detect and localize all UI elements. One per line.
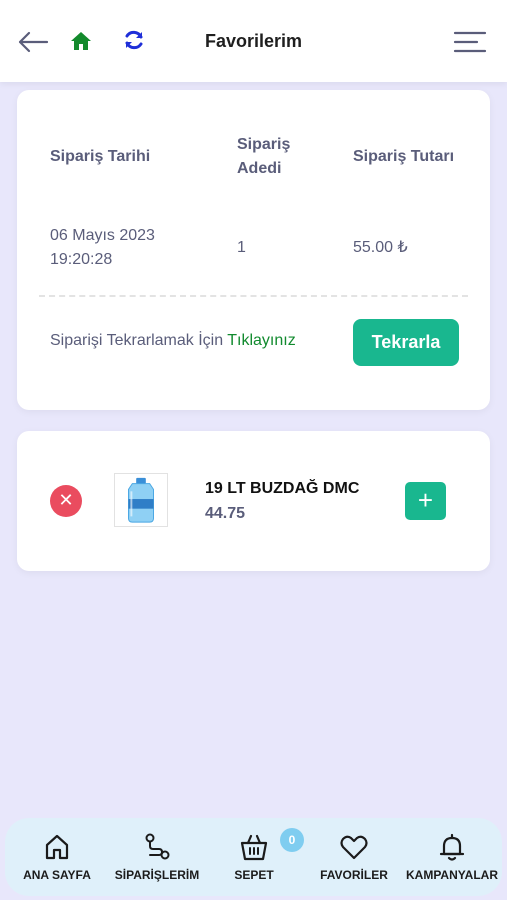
nav-item-favoriler[interactable]: FAVORİLER: [315, 832, 393, 882]
repeat-order-text: Siparişi Tekrarlamak İçin Tıklayınız: [50, 332, 296, 350]
order-total-value: 55.00 ₺: [353, 239, 408, 256]
nav-item-kampanyalar[interactable]: KAMPANYALAR: [403, 832, 501, 882]
nav-label-ana-sayfa: ANA SAYFA: [23, 868, 91, 882]
nav-label-kampanyalar: KAMPANYALAR: [405, 868, 498, 882]
add-to-cart-button[interactable]: +: [405, 482, 446, 520]
order-total-header: Sipariş Tutarı: [353, 148, 455, 165]
repeat-order-label: Siparişi Tekrarlamak İçin: [50, 332, 224, 349]
page-title: Favorilerim: [204, 31, 303, 51]
water-bottle-icon: [128, 477, 154, 523]
bell-icon: [439, 833, 465, 861]
heart-icon: [340, 835, 368, 860]
order-date-header: Sipariş Tarihi: [50, 148, 151, 165]
route-icon: [145, 833, 170, 860]
favorite-product-card: ✕ 19 LT BUZDAĞ DMC 44.75 +: [17, 431, 490, 571]
dashed-divider: [39, 295, 468, 297]
cart-count-badge: 0: [280, 828, 304, 852]
menu-icon[interactable]: [453, 30, 487, 54]
repeat-order-button[interactable]: Tekrarla: [353, 319, 459, 366]
nav-item-ana-sayfa[interactable]: ANA SAYFA: [19, 832, 95, 882]
order-qty-value: 1: [237, 239, 246, 256]
order-date: 06 Mayıs 2023: [50, 227, 155, 244]
order-date-value: 06 Mayıs 2023 19:20:28: [50, 224, 155, 272]
product-name: 19 LT BUZDAĞ DMC: [205, 480, 360, 497]
repeat-order-link[interactable]: Tıklayınız: [227, 332, 295, 349]
nav-label-favoriler: FAVORİLER: [320, 868, 388, 882]
bottom-navigation: ANA SAYFA SİPARİŞLERİM SEPET 0 FAVORİLER…: [5, 818, 502, 896]
top-bar: Favorilerim: [0, 0, 507, 82]
order-time: 19:20:28: [50, 251, 113, 268]
basket-icon: [240, 834, 268, 861]
order-summary-card: Sipariş Tarihi Sipariş Adedi Sipariş Tut…: [17, 90, 490, 410]
nav-item-siparislerim[interactable]: SİPARİŞLERİM: [107, 832, 207, 882]
nav-item-sepet[interactable]: SEPET: [219, 832, 289, 882]
product-price: 44.75: [205, 505, 246, 522]
nav-label-sepet: SEPET: [234, 868, 274, 882]
order-qty-header-line1: Sipariş: [237, 136, 291, 153]
home-outline-icon: [45, 834, 69, 860]
nav-label-siparislerim: SİPARİŞLERİM: [114, 868, 200, 882]
order-qty-header: Sipariş Adedi: [237, 133, 290, 181]
remove-favorite-button[interactable]: ✕: [50, 485, 82, 517]
product-image: [114, 473, 168, 527]
order-qty-header-line2: Adedi: [237, 160, 282, 177]
